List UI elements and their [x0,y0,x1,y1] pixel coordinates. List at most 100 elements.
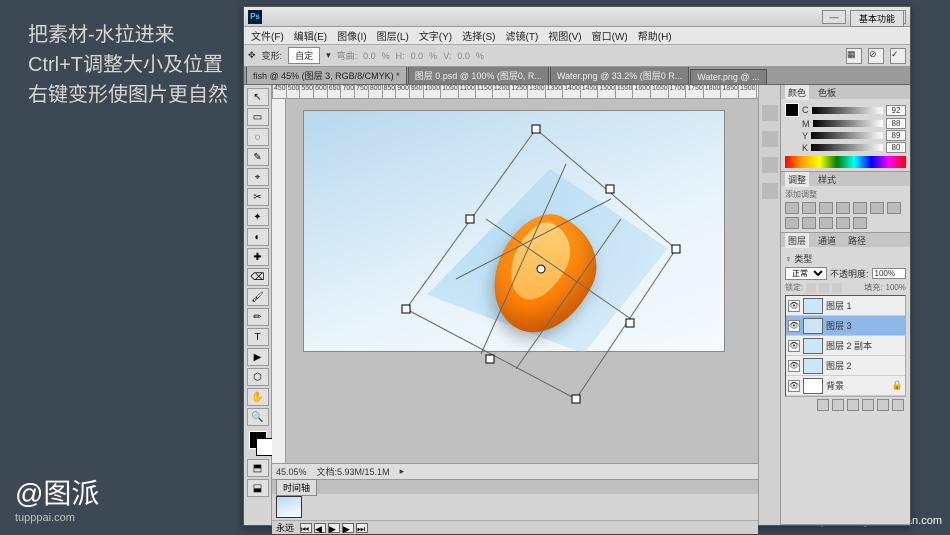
marquee-tool[interactable]: ▭ [247,108,269,126]
m-value[interactable]: 88 [886,118,906,129]
exposure-icon[interactable] [836,202,850,214]
new-layer-icon[interactable] [877,399,889,411]
visibility-icon[interactable]: 👁 [788,360,800,372]
document-tabbar[interactable]: fish @ 45% (图层 3, RGB/8/CMYK) * 图层 0.psd… [244,67,910,85]
tl-last-icon[interactable]: ⏭ [356,523,368,533]
loop-forever[interactable]: 永远 [276,521,294,534]
doc-tab-0[interactable]: fish @ 45% (图层 3, RGB/8/CMYK) * [246,67,407,84]
shape-tool[interactable]: ⬡ [247,368,269,386]
invert-icon[interactable] [836,217,850,229]
menu-type[interactable]: 文字(Y) [414,28,457,43]
brush-tool[interactable]: ◐ [247,228,269,246]
opacity-value[interactable]: 100% [872,268,906,279]
tl-prev-icon[interactable]: ◀ [314,523,326,533]
doc-tab-1[interactable]: 图层 0.psd @ 100% (图层0, R... [408,67,549,84]
posterize-icon[interactable] [853,217,867,229]
wand-tool[interactable]: ✎ [247,148,269,166]
crop-tool[interactable]: ⌖ [247,168,269,186]
fill-value[interactable]: 100% [886,283,906,292]
menu-view[interactable]: 视图(V) [543,28,586,43]
c-slider[interactable] [812,107,884,114]
channel-mixer-icon[interactable] [802,217,816,229]
spectrum-ramp[interactable] [785,156,906,168]
properties-dock-icon[interactable] [762,131,778,147]
levels-icon[interactable] [802,202,816,214]
v-value[interactable]: 0.0 [457,51,470,61]
titlebar[interactable]: Ps — ▢ ✕ [244,7,910,27]
m-slider[interactable] [813,120,884,127]
visibility-icon[interactable]: 👁 [788,380,800,392]
zoom-tool[interactable]: 🔍 [247,408,269,426]
k-slider[interactable] [811,144,883,151]
doc-size[interactable]: 文档:5.93M/15.1M [317,465,390,478]
tl-play-icon[interactable]: ▶ [328,523,340,533]
path-tool[interactable]: ▶ [247,348,269,366]
tl-next-icon[interactable]: ▶ [342,523,354,533]
ruler-vertical[interactable] [272,99,286,463]
hue-icon[interactable] [870,202,884,214]
channels-tab[interactable]: 通道 [815,233,839,248]
timeline-frame-1[interactable] [276,496,302,518]
paragraph-dock-icon[interactable] [762,183,778,199]
new-group-icon[interactable] [862,399,874,411]
lock-pixels-icon[interactable] [806,283,816,293]
lock-position-icon[interactable] [819,283,829,293]
layer-row[interactable]: 👁背景🔒 [786,376,905,396]
quickmask-toggle[interactable]: ⬒ [247,459,269,477]
layer-row[interactable]: 👁图层 3 [786,316,905,336]
blend-mode-select[interactable]: 正常 [785,267,827,280]
zoom-level[interactable]: 45.05% [276,467,307,477]
artboard[interactable] [304,111,724,351]
layer-row[interactable]: 👁图层 1 [786,296,905,316]
warp-grid-icon[interactable]: ▦ [846,48,862,64]
doc-tab-2[interactable]: Water.png @ 33.2% (图层0 R... [550,67,689,84]
eyedropper-tool[interactable]: ✂ [247,188,269,206]
color-swatch[interactable] [249,431,267,449]
gradient-tool[interactable]: 🖌 [247,288,269,306]
type-tool[interactable]: T [247,328,269,346]
move-tool[interactable]: ↖ [247,88,269,106]
menu-layer[interactable]: 图层(L) [372,28,414,43]
foreground-swatch-icon[interactable] [785,103,799,117]
lock-all-icon[interactable] [832,283,842,293]
layer-mask-icon[interactable] [847,399,859,411]
heal-tool[interactable]: ✦ [247,208,269,226]
y-value[interactable]: 89 [886,130,906,141]
layer-row[interactable]: 👁图层 2 副本 [786,336,905,356]
workspace-switcher[interactable]: 基本功能 [850,10,904,27]
menu-select[interactable]: 选择(S) [457,28,500,43]
layer-fx-icon[interactable] [832,399,844,411]
visibility-icon[interactable]: 👁 [788,340,800,352]
menu-image[interactable]: 图像(I) [332,28,371,43]
menu-help[interactable]: 帮助(H) [633,28,677,43]
lasso-tool[interactable]: ◌ [247,128,269,146]
doc-tab-3[interactable]: Water.png @ ... [690,69,766,84]
eraser-tool[interactable]: ⌫ [247,268,269,286]
menu-filter[interactable]: 滤镜(T) [501,28,544,43]
screenmode-toggle[interactable]: ⬓ [247,479,269,497]
visibility-icon[interactable]: 👁 [788,300,800,312]
photo-filter-icon[interactable] [785,217,799,229]
menu-edit[interactable]: 编辑(E) [289,28,332,43]
paths-tab[interactable]: 路径 [845,233,869,248]
color-tab[interactable]: 颜色 [785,85,809,100]
commit-transform-icon[interactable]: ✓ [890,48,906,64]
minimize-button[interactable]: — [822,10,846,24]
canvas[interactable] [286,99,758,463]
c-value[interactable]: 92 [886,105,906,116]
color-lookup-icon[interactable] [819,217,833,229]
pen-tool[interactable]: ✏ [247,308,269,326]
stamp-tool[interactable]: ✚ [247,248,269,266]
visibility-icon[interactable]: 👁 [788,320,800,332]
layers-tab[interactable]: 图层 [785,233,809,248]
y-slider[interactable] [811,132,883,139]
ruler-horizontal[interactable]: 4505005506006507007508008509009501000105… [272,85,758,99]
styles-tab[interactable]: 样式 [815,172,839,187]
adjust-tab[interactable]: 调整 [785,172,809,187]
tl-first-icon[interactable]: ⏮ [300,523,312,533]
character-dock-icon[interactable] [762,157,778,173]
delete-layer-icon[interactable] [892,399,904,411]
layer-row[interactable]: 👁图层 2 [786,356,905,376]
timeline-tab[interactable]: 时间轴 [276,479,317,496]
cancel-transform-icon[interactable]: ⊘ [868,48,884,64]
